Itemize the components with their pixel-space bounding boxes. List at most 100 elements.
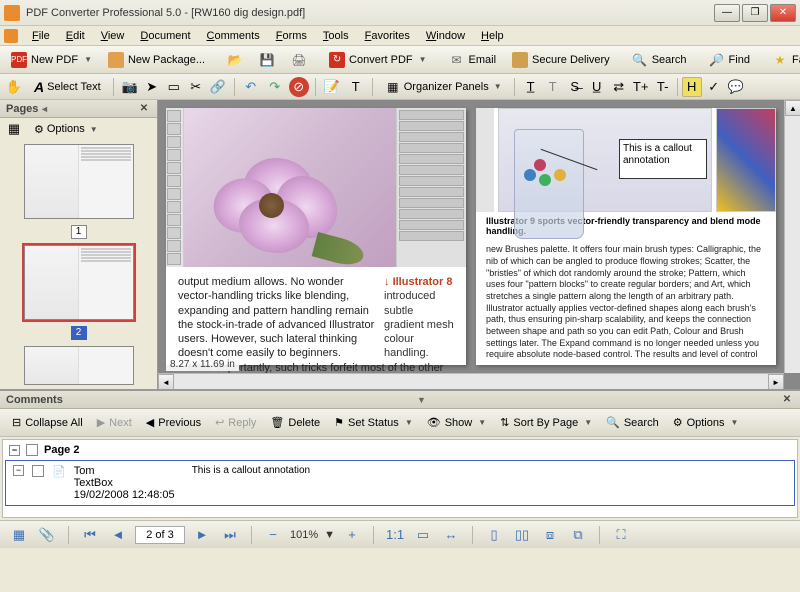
document-page-right[interactable]: This is a callout annotation Illustrator… xyxy=(476,108,776,365)
zoom-dropdown[interactable]: ▼ xyxy=(324,529,335,541)
touchup-button[interactable]: T̲ xyxy=(521,77,541,97)
stop-button[interactable]: ⊘ xyxy=(289,77,309,97)
pages-options-label: Options xyxy=(47,123,85,135)
maximize-button[interactable]: ❐ xyxy=(742,4,768,22)
thumbnail-3[interactable] xyxy=(24,346,134,385)
actual-size-button[interactable]: 1:1 xyxy=(384,524,406,546)
next-page-button[interactable]: ► xyxy=(191,524,213,546)
menu-help[interactable]: Help xyxy=(473,28,512,44)
horizontal-scrollbar[interactable]: ◄► xyxy=(158,373,784,389)
sort-button[interactable]: ⇅Sort By Page▼ xyxy=(494,414,598,431)
first-page-button[interactable]: ⏮ xyxy=(79,524,101,546)
vertical-scrollbar[interactable]: ▲ xyxy=(784,100,800,373)
comments-options-button[interactable]: ⚙Options▼ xyxy=(667,414,745,431)
email-button[interactable]: ✉Email xyxy=(442,49,504,71)
close-button[interactable]: ✕ xyxy=(770,4,796,22)
textbox-button[interactable]: T xyxy=(346,77,366,97)
fit-width-button[interactable]: ↔ xyxy=(440,524,462,546)
comment-entry[interactable]: − 📄 Tom TextBox 19/02/2008 12:48:05 This… xyxy=(5,460,795,506)
hand-tool-button[interactable]: ✋ xyxy=(4,77,24,97)
zoom-in-button[interactable]: + xyxy=(341,524,363,546)
facing-button[interactable]: ⧈ xyxy=(539,524,561,546)
next-comment-button[interactable]: ▶Next xyxy=(91,414,138,431)
pages-panel-title: Pages xyxy=(6,103,38,115)
show-button[interactable]: 👁Show▼ xyxy=(421,414,492,431)
minimize-button[interactable]: ― xyxy=(714,4,740,22)
secure-delivery-button[interactable]: Secure Delivery xyxy=(505,49,617,71)
comment-checkbox[interactable] xyxy=(32,465,44,477)
search-button[interactable]: 🔍Search xyxy=(625,49,694,71)
highlight-button[interactable]: T xyxy=(543,77,563,97)
zoom-out-button[interactable]: − xyxy=(262,524,284,546)
find-button[interactable]: 🔎Find xyxy=(702,49,757,71)
attachments-button[interactable]: 📎 xyxy=(36,524,58,546)
continuous-button[interactable]: ▯▯ xyxy=(511,524,533,546)
callout-button[interactable]: 💬 xyxy=(726,77,746,97)
crop-button[interactable]: ✂ xyxy=(186,77,206,97)
collapse-all-button[interactable]: ⊟Collapse All xyxy=(6,414,89,431)
strikethrough-button[interactable]: S̶ xyxy=(565,77,585,97)
menu-edit[interactable]: Edit xyxy=(58,28,93,44)
delete-comment-button[interactable]: 🗑Delete xyxy=(264,414,326,431)
page-expand-toggle[interactable]: − xyxy=(9,445,20,456)
thumbnail-1[interactable] xyxy=(24,144,134,219)
menu-favorites[interactable]: Favorites xyxy=(357,28,418,44)
replace-text-button[interactable]: ⇄ xyxy=(609,77,629,97)
last-page-button[interactable]: ⏭ xyxy=(219,524,241,546)
comments-close-button[interactable]: ✕ xyxy=(780,393,794,407)
pages-grid-button[interactable]: ▦ xyxy=(4,119,24,139)
setstatus-label: Set Status xyxy=(348,417,399,429)
undo-button[interactable]: ↶ xyxy=(241,77,261,97)
prev-page-button[interactable]: ◄ xyxy=(107,524,129,546)
select-area-button[interactable]: ▭ xyxy=(164,77,184,97)
pointer-button[interactable]: ➤ xyxy=(142,77,162,97)
comments-search-button[interactable]: 🔍Search xyxy=(600,414,665,431)
app-menu-icon xyxy=(4,29,18,43)
menu-file[interactable]: File xyxy=(24,28,58,44)
select-text-button[interactable]: ASelect Text xyxy=(28,77,107,97)
pages-collapse-button[interactable]: ◄ xyxy=(38,103,50,115)
callout-annotation[interactable]: This is a callout annotation xyxy=(619,139,707,179)
snapshot-button[interactable]: 📷 xyxy=(120,77,140,97)
new-pdf-button[interactable]: PDFNew PDF▼ xyxy=(4,49,99,71)
thumbnail-2[interactable] xyxy=(24,245,134,320)
note-button[interactable]: 📝 xyxy=(322,77,342,97)
open-button[interactable]: 📂 xyxy=(220,49,250,71)
favorites-button[interactable]: ★Favorites▼ xyxy=(765,49,800,71)
page-checkbox[interactable] xyxy=(26,444,38,456)
menu-forms[interactable]: Forms xyxy=(268,28,315,44)
delete-text-button[interactable]: T- xyxy=(653,77,673,97)
continuous-facing-button[interactable]: ⧉ xyxy=(567,524,589,546)
menu-window[interactable]: Window xyxy=(418,28,473,44)
email-label: Email xyxy=(469,54,497,66)
document-page-left[interactable]: ↓ Illustrator 8 introduced subtle gradie… xyxy=(166,108,466,365)
fullscreen-button[interactable]: ⛶ xyxy=(610,524,632,546)
single-page-button[interactable]: ▯ xyxy=(483,524,505,546)
pages-close-button[interactable]: ✕ xyxy=(137,102,151,116)
reply-button[interactable]: ↩Reply xyxy=(209,414,262,431)
menu-view[interactable]: View xyxy=(93,28,133,44)
print-button[interactable]: 🖨 xyxy=(284,49,314,71)
new-package-button[interactable]: New Package... xyxy=(101,49,212,71)
highlight-tool-button[interactable]: H xyxy=(682,77,702,97)
menu-document[interactable]: Document xyxy=(132,28,198,44)
fit-page-button[interactable]: ▭ xyxy=(412,524,434,546)
comment-expand-toggle[interactable]: − xyxy=(13,465,24,476)
redo-button[interactable]: ↷ xyxy=(265,77,285,97)
sort-label: Sort By Page xyxy=(513,417,578,429)
save-button[interactable]: 💾 xyxy=(252,49,282,71)
page-number-input[interactable] xyxy=(135,526,185,544)
stamp-button[interactable]: ✓ xyxy=(704,77,724,97)
pages-options-button[interactable]: ⚙Options▼ xyxy=(28,121,104,138)
underline-button[interactable]: U̲ xyxy=(587,77,607,97)
menu-comments[interactable]: Comments xyxy=(199,28,268,44)
convert-pdf-button[interactable]: ↻Convert PDF▼ xyxy=(322,49,434,71)
prev-comment-button[interactable]: ◀Previous xyxy=(140,414,207,431)
insert-text-button[interactable]: T+ xyxy=(631,77,651,97)
comments-collapse-chevron[interactable]: ▼ xyxy=(415,394,427,406)
menu-tools[interactable]: Tools xyxy=(315,28,357,44)
organizer-panels-button[interactable]: ▦Organizer Panels▼ xyxy=(379,77,508,97)
link-button[interactable]: 🔗 xyxy=(208,77,228,97)
pages-thumbnail-button[interactable]: ▦ xyxy=(8,524,30,546)
set-status-button[interactable]: ⚑Set Status▼ xyxy=(328,414,419,431)
